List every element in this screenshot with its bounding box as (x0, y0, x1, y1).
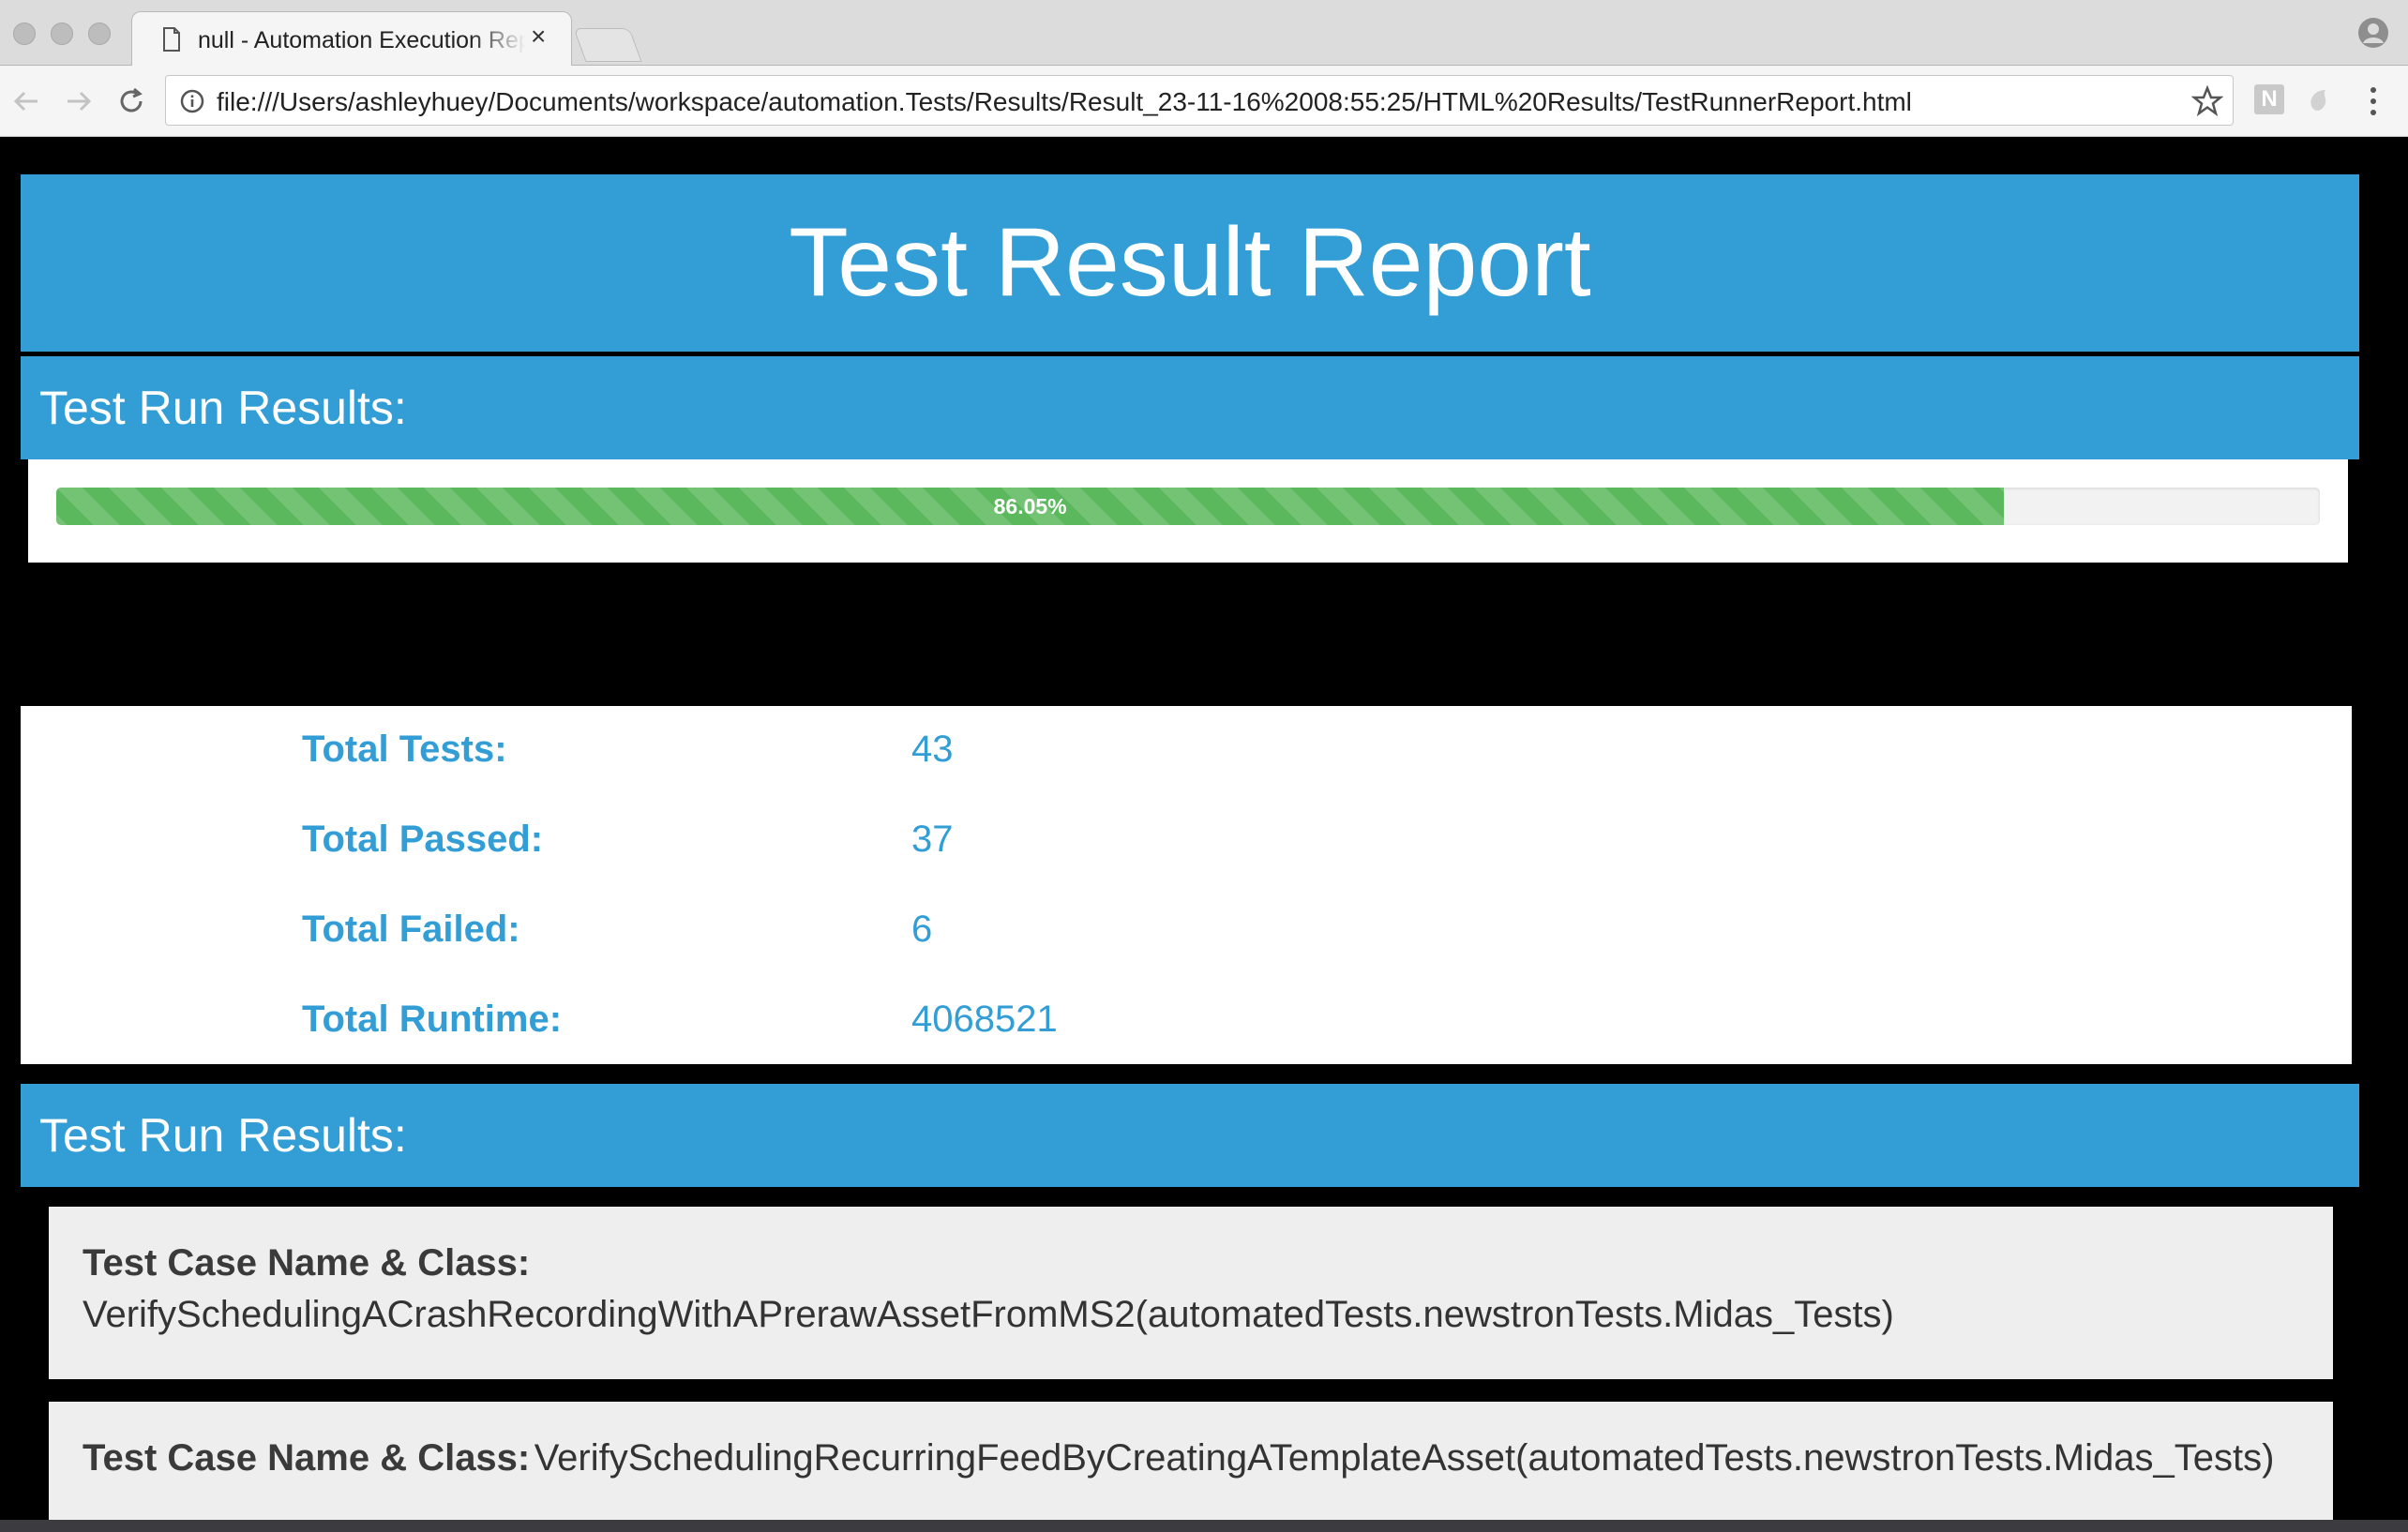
stat-label-total-runtime: Total Runtime: (302, 999, 563, 1040)
dock-strip (0, 1520, 2408, 1532)
stat-value-total-runtime: 4068521 (911, 999, 1058, 1040)
window-close-button[interactable] (13, 23, 36, 45)
stat-row: Total Failed: 6 (21, 909, 2352, 965)
details-section-header: Test Run Results: (21, 1084, 2359, 1187)
stat-row: Total Tests: 43 (21, 728, 2352, 785)
forward-icon[interactable] (62, 84, 96, 118)
test-case-label: Test Case Name & Class: (83, 1437, 531, 1479)
info-icon[interactable] (179, 88, 205, 114)
test-case-name: VerifySchedulingRecurringFeedByCreatingA… (534, 1437, 2275, 1479)
tab-close-icon[interactable]: × (531, 23, 546, 50)
stat-value-total-passed: 37 (911, 819, 954, 860)
star-icon[interactable] (2191, 85, 2223, 117)
test-case-card: Test Case Name & Class: VerifyScheduling… (49, 1207, 2333, 1379)
stat-row: Total Passed: 37 (21, 819, 2352, 875)
stat-label-total-failed: Total Failed: (302, 909, 520, 950)
browser-tab-bar: null - Automation Execution Report × (0, 0, 2408, 68)
back-icon[interactable] (9, 84, 43, 118)
pass-rate-progress-bar: 86.05% (56, 488, 2320, 525)
address-bar[interactable]: file:///Users/ashleyhuey/Documents/works… (165, 75, 2234, 126)
report-page: Test Result Report Test Case Pass Rate 8… (0, 138, 2408, 1520)
extension-icon[interactable] (2305, 84, 2337, 116)
stat-row: Total Runtime: 4068521 (21, 999, 2352, 1055)
stat-value-total-tests: 43 (911, 728, 954, 770)
url-text: file:///Users/ashleyhuey/Documents/works… (217, 87, 1912, 116)
stats-panel: Total Tests: 43 Total Passed: 37 Total F… (21, 706, 2352, 1064)
stat-value-total-failed: 6 (911, 909, 933, 950)
summary-heading: Test Run Results: (39, 382, 407, 434)
pass-rate-label: 86.05% (993, 494, 1067, 518)
test-case-name: VerifySchedulingACrashRecordingWithAPrer… (83, 1294, 1894, 1335)
browser-toolbar: file:///Users/ashleyhuey/Documents/works… (0, 66, 2408, 137)
reload-icon[interactable] (114, 84, 148, 118)
details-heading: Test Run Results: (39, 1109, 407, 1162)
profile-icon[interactable] (2357, 17, 2389, 49)
document-icon (163, 27, 180, 52)
stat-label-total-tests: Total Tests: (302, 728, 507, 770)
menu-icon[interactable] (2367, 84, 2380, 118)
summary-section-header: Test Run Results: (21, 356, 2359, 459)
window-zoom-button[interactable] (88, 23, 111, 45)
stat-label-total-passed: Total Passed: (302, 819, 544, 860)
test-case-card: Test Case Name & Class: VerifyScheduling… (49, 1402, 2333, 1520)
new-tab-button[interactable] (573, 28, 642, 62)
window-minimize-button[interactable] (51, 23, 73, 45)
browser-tab[interactable]: null - Automation Execution Report × (131, 11, 572, 68)
progress-fill: 86.05% (56, 488, 2005, 525)
extension-n-icon[interactable]: N (2254, 84, 2284, 114)
page-title: Test Result Report (789, 208, 1591, 317)
report-header: Test Result Report (21, 174, 2359, 352)
test-case-label: Test Case Name & Class: (83, 1242, 531, 1284)
